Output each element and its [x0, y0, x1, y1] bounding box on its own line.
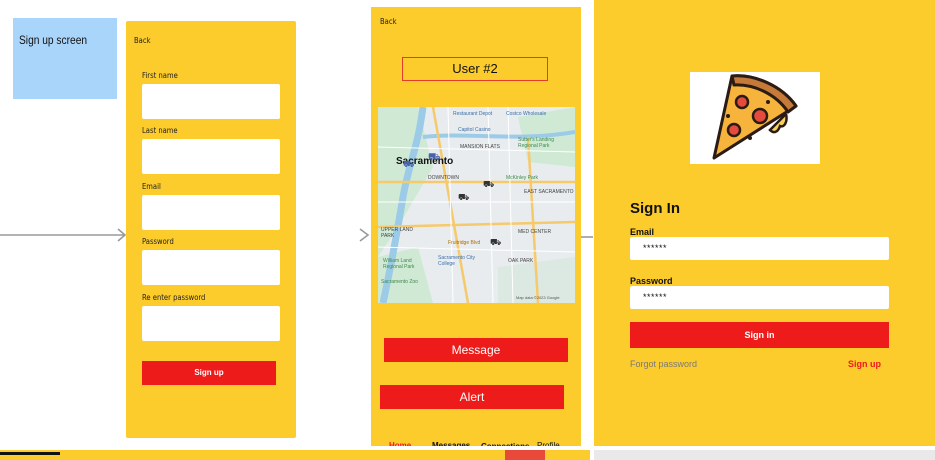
map-place-label: Costco Wholesale — [506, 111, 547, 117]
map-attribution: Map data ©2023 Google — [516, 295, 560, 300]
map-place-label: Restaurant Depot — [453, 111, 493, 117]
pizza-logo — [690, 72, 820, 164]
sticky-note: Sign up screen — [13, 18, 117, 99]
bottom-strip-yellow — [0, 450, 590, 460]
back-link[interactable]: Back — [380, 17, 397, 26]
map-pin-icon: ⛟ — [403, 159, 415, 169]
map-place-label: EAST SACRAMENTO — [524, 189, 574, 195]
email-label: Email — [630, 227, 655, 237]
map-pin-icon: ⛟ — [428, 152, 441, 163]
bottom-strip-black — [0, 452, 60, 455]
email-input[interactable]: ****** — [630, 237, 889, 260]
password-value: ****** — [643, 292, 668, 302]
signup-link[interactable]: Sign up — [848, 359, 881, 369]
first-name-field[interactable] — [142, 84, 280, 119]
signin-button[interactable]: Sign in — [630, 322, 889, 348]
user-screen: Back User #2 Sacramento Restaurant Depot — [371, 7, 581, 453]
reenter-password-field[interactable] — [142, 306, 280, 341]
map-place-label: UPPER LAND PARK — [381, 227, 413, 239]
signin-screen: Sign In Email ****** Password ****** Sig… — [594, 0, 935, 446]
signup-button[interactable]: Sign up — [142, 361, 276, 385]
password-label: Password — [630, 276, 673, 286]
bottom-strip-red — [505, 450, 545, 460]
map-place-label: Fruitridge Blvd — [448, 240, 481, 246]
map-place-label: Sacramento Zoo — [381, 279, 418, 285]
map-place-label: OAK PARK — [508, 258, 534, 264]
sticky-note-label: Sign up screen — [19, 33, 88, 47]
back-link[interactable]: Back — [134, 36, 151, 45]
map-place-label: Sutter's Landing Regional Park — [518, 137, 554, 149]
map-place-label: Sacramento City College — [438, 255, 475, 267]
email-label: Email — [142, 182, 161, 191]
map-pin-icon: ⛟ — [490, 237, 502, 247]
reenter-password-label: Re enter password — [142, 293, 206, 302]
bottom-strip — [0, 446, 935, 460]
map-place-label: DOWNTOWN — [428, 175, 460, 181]
last-name-field[interactable] — [142, 139, 280, 174]
message-button[interactable]: Message — [384, 338, 568, 362]
alert-button[interactable]: Alert — [380, 385, 564, 409]
first-name-label: First name — [142, 71, 178, 80]
user-label-box: User #2 — [402, 57, 548, 81]
password-input[interactable]: ****** — [630, 286, 889, 309]
map-place-label: McKinley Park — [506, 175, 538, 181]
signin-title: Sign In — [630, 200, 680, 217]
map-pin-icon: ⛟ — [483, 179, 495, 189]
forgot-password-link[interactable]: Forgot password — [630, 359, 697, 369]
email-value: ****** — [643, 243, 668, 253]
map-place-label: MED CENTER — [518, 229, 552, 235]
map-view[interactable]: Sacramento Restaurant Depot Costco Whole… — [378, 107, 575, 303]
signup-screen: Back First name Last name Email Password… — [126, 21, 296, 438]
map-pin-icon: ⛟ — [458, 192, 470, 202]
map-place-label: William Land Regional Park — [383, 258, 415, 270]
pizza-slice-icon — [712, 74, 798, 160]
email-field[interactable] — [142, 195, 280, 230]
password-field[interactable] — [142, 250, 280, 285]
map-place-label: Capitol Casino — [458, 127, 491, 133]
bottom-strip-grey — [594, 450, 935, 460]
map-place-label: MANSION FLATS — [460, 144, 500, 150]
password-label: Password — [142, 237, 174, 246]
last-name-label: Last name — [142, 126, 178, 135]
arrow-to-user-screen — [359, 228, 370, 242]
arrow-to-signup — [0, 228, 127, 242]
